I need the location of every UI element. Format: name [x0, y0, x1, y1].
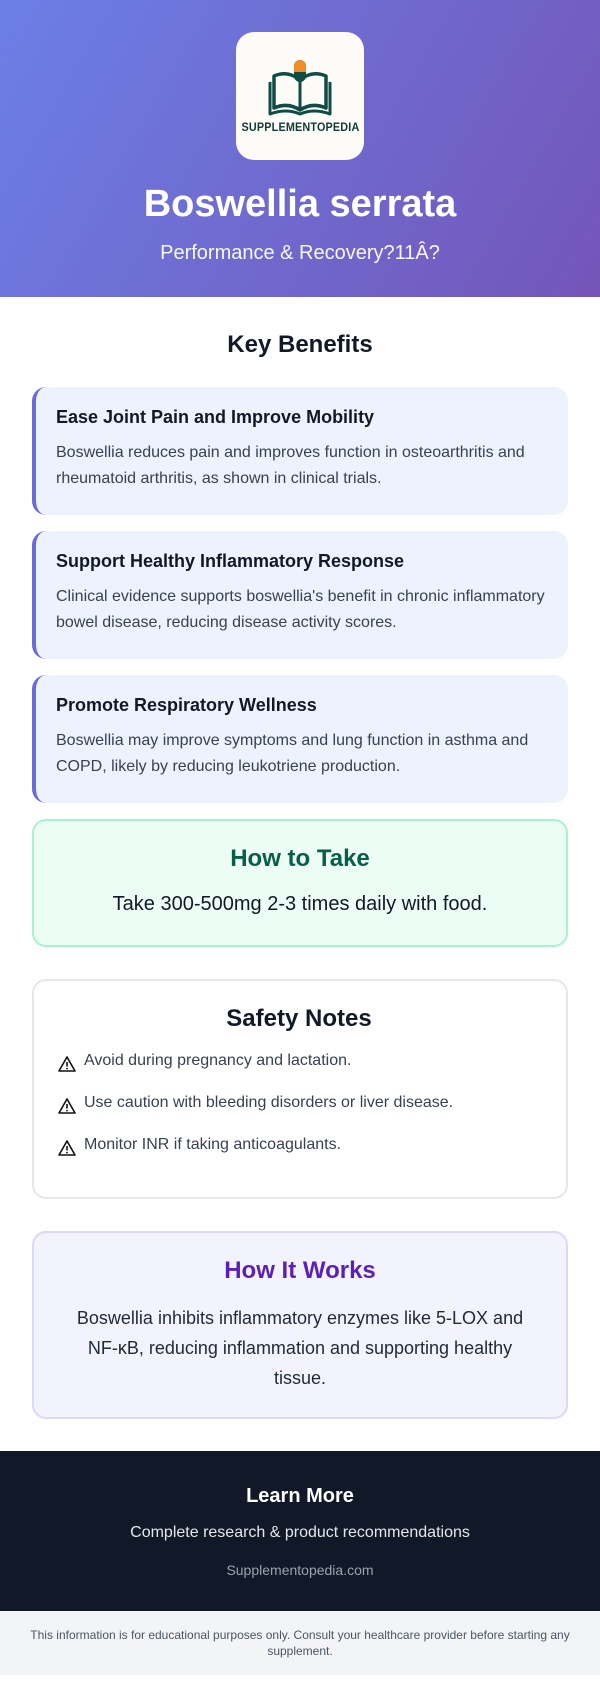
benefit-card: Promote Respiratory Wellness Boswellia m…	[32, 675, 568, 803]
dosage-text: Take 300-500mg 2-3 times daily with food…	[34, 893, 566, 916]
safety-list: Avoid during pregnancy and lactation. Us…	[58, 1051, 540, 1157]
safety-item: Use caution with bleeding disorders or l…	[58, 1093, 540, 1115]
safety-notes-card: Safety Notes Avoid during pregnancy and …	[32, 979, 568, 1199]
safety-item-text: Use caution with bleeding disorders or l…	[84, 1093, 453, 1113]
disclaimer: This information is for educational purp…	[0, 1611, 600, 1675]
warning-icon	[58, 1139, 76, 1157]
footer-subtitle: Complete research & product recommendati…	[0, 1524, 600, 1542]
safety-notes-heading: Safety Notes	[58, 1005, 540, 1033]
warning-icon	[58, 1097, 76, 1115]
warning-icon	[58, 1055, 76, 1073]
website-link[interactable]: Supplementopedia.com	[0, 1562, 600, 1578]
benefit-card: Ease Joint Pain and Improve Mobility Bos…	[32, 387, 568, 515]
logo-wordmark: SUPPLEMENTOPEDIA	[241, 120, 359, 134]
how-it-works-heading: How It Works	[62, 1257, 538, 1285]
how-to-take-card: How to Take Take 300-500mg 2-3 times dai…	[32, 819, 568, 947]
benefits-list: Ease Joint Pain and Improve Mobility Bos…	[0, 387, 600, 803]
benefit-title: Support Healthy Inflammatory Response	[56, 551, 546, 572]
hero-header: SUPPLEMENTOPEDIA Boswellia serrata Perfo…	[0, 0, 600, 297]
safety-item: Monitor INR if taking anticoagulants.	[58, 1135, 540, 1157]
benefit-card: Support Healthy Inflammatory Response Cl…	[32, 531, 568, 659]
benefit-title: Promote Respiratory Wellness	[56, 695, 546, 716]
safety-item-text: Monitor INR if taking anticoagulants.	[84, 1135, 341, 1155]
how-to-take-heading: How to Take	[34, 845, 566, 873]
learn-more-heading: Learn More	[0, 1485, 600, 1508]
open-book-icon	[268, 58, 332, 116]
page-subtitle: Performance & Recovery?11Â?	[0, 242, 600, 265]
how-it-works-card: How It Works Boswellia inhibits inflamma…	[32, 1231, 568, 1419]
benefit-title: Ease Joint Pain and Improve Mobility	[56, 407, 546, 428]
footer: Learn More Complete research & product r…	[0, 1451, 600, 1611]
mechanism-text: Boswellia inhibits inflammatory enzymes …	[62, 1303, 538, 1393]
benefit-description: Clinical evidence supports boswellia's b…	[56, 584, 546, 636]
brand-logo: SUPPLEMENTOPEDIA	[236, 32, 364, 160]
safety-item-text: Avoid during pregnancy and lactation.	[84, 1051, 351, 1071]
key-benefits-heading: Key Benefits	[0, 331, 600, 359]
page-title: Boswellia serrata	[0, 184, 600, 226]
benefit-description: Boswellia reduces pain and improves func…	[56, 440, 546, 492]
safety-item: Avoid during pregnancy and lactation.	[58, 1051, 540, 1073]
benefit-description: Boswellia may improve symptoms and lung …	[56, 728, 546, 780]
